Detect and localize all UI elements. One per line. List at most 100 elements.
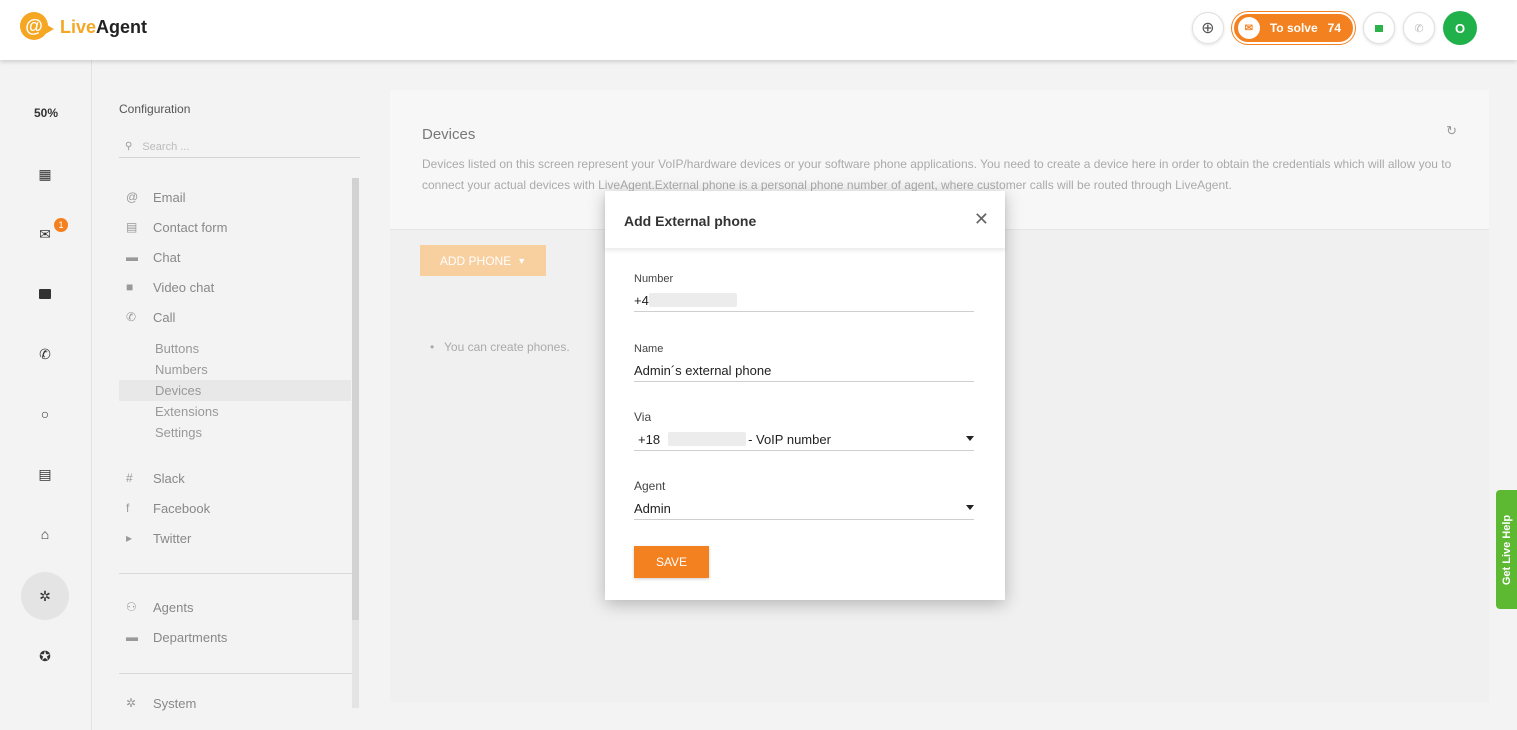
bank-icon: ⌂ (40, 526, 50, 542)
config-sub-extensions[interactable]: Extensions (119, 401, 351, 422)
via-label: Via (634, 410, 652, 424)
envelope-icon: ✉ (1237, 17, 1260, 39)
logo-text: LiveAgent (60, 16, 148, 37)
facebook-icon: f (126, 501, 130, 515)
add-new-button[interactable]: ⊕ (1191, 12, 1224, 44)
nav-plugins[interactable]: ✪ (21, 632, 69, 680)
phone-icon: ✆ (39, 345, 51, 362)
envelope-icon: ✉ (39, 225, 51, 242)
config-item-agents[interactable]: ⚇ Agents (119, 592, 351, 622)
dropdown-caret-icon (966, 505, 974, 510)
slack-icon: # (126, 471, 133, 485)
via-prefix: +18 (638, 431, 661, 447)
nav-contacts[interactable]: ▤ (21, 450, 69, 498)
plus-circle-icon: ⊕ (1201, 20, 1215, 37)
main-nav-rail: 50% ▦ ✉ 1 ✆ ○ ▤ ⌂ ✲ ✪ (0, 60, 92, 730)
to-solve-count: 74 (1327, 21, 1341, 35)
page-title: Devices (422, 126, 476, 143)
name-field: Name Admin´s external phone (634, 343, 974, 382)
nav-dashboard[interactable]: ▦ (21, 150, 69, 198)
config-sub-settings[interactable]: Settings (119, 422, 351, 443)
liveagent-logo[interactable]: @ LiveAgent (20, 12, 147, 42)
at-icon: @ (126, 190, 139, 204)
nav-tickets[interactable]: ✉ 1 (21, 210, 69, 258)
via-select[interactable]: +18 - VoIP number (634, 428, 974, 451)
config-item-video-chat[interactable]: ■ Video chat (119, 272, 351, 302)
folder-icon: ▬ (126, 630, 138, 644)
nav-calls[interactable]: ✆ (21, 330, 69, 378)
config-item-departments[interactable]: ▬ Departments (119, 622, 351, 652)
dialog-header: Add External phone ✕ (605, 191, 1005, 249)
search-placeholder: Search ... (142, 140, 190, 153)
circle-chart-icon: ○ (40, 406, 50, 422)
add-phone-label: ADD PHONE (439, 253, 512, 268)
via-suffix: - VoIP number (748, 431, 831, 447)
config-scrollbar-thumb[interactable] (352, 178, 359, 620)
config-item-system[interactable]: ✲ System (119, 688, 351, 718)
form-icon: ▤ (126, 220, 138, 234)
config-search-input[interactable]: ⚲ Search ... (119, 136, 360, 158)
nav-knowledgebase[interactable]: ⌂ (21, 510, 69, 558)
redacted-digits (648, 293, 737, 307)
get-live-help-tab[interactable]: Get Live Help (1496, 490, 1517, 609)
gear-icon: ✲ (126, 696, 137, 710)
config-item-call[interactable]: ✆ Call (119, 302, 351, 332)
chat-icon (1375, 24, 1383, 32)
phone-icon: ✆ (1414, 22, 1424, 35)
chat-icon: ▬ (126, 250, 138, 264)
contacts-icon: ▤ (38, 465, 52, 482)
config-sub-buttons[interactable]: Buttons (119, 338, 351, 359)
number-field: Number +4 (634, 273, 974, 312)
to-solve-button[interactable]: ✉ To solve 74 (1231, 12, 1355, 44)
config-sub-numbers[interactable]: Numbers (119, 359, 351, 380)
logo-bubble-icon: @ (20, 12, 54, 42)
agents-icon: ⚇ (126, 600, 137, 614)
name-value: Admin´s external phone (634, 362, 772, 378)
config-list: @ Email ▤ Contact form ▬ Chat ■ Video chat ✆… (119, 182, 353, 718)
add-phone-button[interactable]: ADD PHONE ▼ (420, 245, 546, 276)
empty-hint: You can create phones. (430, 340, 570, 354)
user-avatar[interactable]: O (1443, 11, 1477, 45)
chat-icon (39, 289, 51, 299)
nav-reports[interactable]: ○ (21, 390, 69, 438)
config-item-twitter[interactable]: ▸ Twitter (119, 523, 351, 553)
twitter-icon: ▸ (126, 531, 133, 545)
agent-value: Admin (634, 500, 671, 516)
refresh-icon[interactable]: ↻ (1446, 123, 1457, 139)
agent-field: Agent Admin (634, 479, 974, 520)
caret-down-icon: ▼ (517, 255, 527, 266)
zoom-level[interactable]: 50% (0, 106, 92, 120)
redacted-digits (668, 432, 747, 446)
number-input[interactable]: +4 (634, 289, 974, 312)
configuration-sidebar: Configuration ⚲ Search ... @ Email ▤ Conta… (92, 60, 360, 730)
search-icon: ⚲ (125, 141, 133, 152)
nav-chats[interactable] (21, 270, 69, 318)
chat-status-button[interactable] (1363, 12, 1395, 44)
name-label: Name (634, 343, 664, 355)
number-value: +4 (634, 292, 649, 308)
dropdown-caret-icon (966, 436, 974, 441)
star-circle-icon: ✪ (39, 647, 51, 664)
config-item-slack[interactable]: # Slack (119, 463, 351, 493)
configuration-title: Configuration (119, 102, 191, 116)
config-item-contact-form[interactable]: ▤ Contact form (119, 212, 351, 242)
video-icon: ■ (126, 280, 134, 294)
agent-select[interactable]: Admin (634, 497, 974, 520)
nav-configuration[interactable]: ✲ (21, 572, 69, 620)
add-external-phone-dialog: Add External phone ✕ Number +4 Name Admi… (605, 191, 1005, 600)
config-item-email[interactable]: @ Email (119, 182, 351, 212)
agent-label: Agent (634, 479, 666, 493)
name-input[interactable]: Admin´s external phone (634, 359, 974, 382)
phone-icon: ✆ (126, 310, 137, 324)
live-help-label: Get Live Help (1500, 514, 1513, 585)
to-solve-label: To solve (1269, 21, 1318, 35)
config-item-facebook[interactable]: f Facebook (119, 493, 351, 523)
call-status-button[interactable]: ✆ (1403, 12, 1435, 44)
save-button[interactable]: SAVE (634, 546, 709, 578)
devices-description: Devices listed on this screen represent … (422, 157, 1452, 192)
via-field: Via +18 - VoIP number (634, 410, 974, 451)
config-sub-devices[interactable]: Devices (119, 380, 351, 401)
config-item-chat[interactable]: ▬ Chat (119, 242, 351, 272)
dialog-title: Add External phone (624, 213, 757, 229)
close-icon[interactable]: ✕ (974, 209, 989, 230)
